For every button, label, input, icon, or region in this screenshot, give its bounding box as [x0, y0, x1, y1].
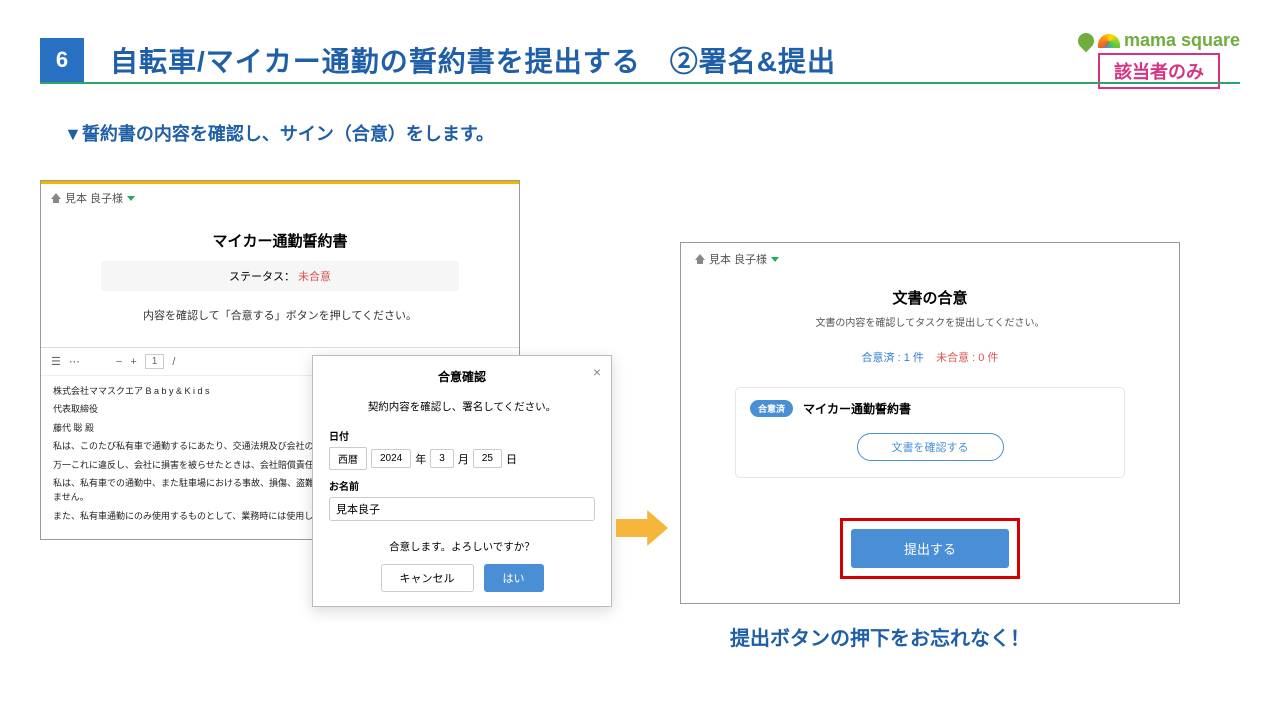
count-agreed-value: 1 件	[904, 352, 924, 364]
user-name: 見本 良子様	[709, 251, 767, 267]
era-select[interactable]: 西暦	[329, 447, 367, 470]
pledge-title: マイカー通勤誓約書	[41, 212, 519, 261]
name-input[interactable]	[329, 497, 595, 521]
ok-button[interactable]: はい	[484, 564, 544, 592]
count-agreed-label: 合意済 :	[862, 352, 904, 364]
toolbar-more-icon[interactable]: ⋯	[69, 355, 80, 368]
toolbar-menu-icon[interactable]: ☰	[51, 355, 61, 368]
submit-screenshot-panel: 見本 良子様 文書の合意 文書の内容を確認してタスクを提出してください。 合意済…	[680, 242, 1180, 604]
step-number-badge: 6	[40, 38, 84, 82]
rainbow-icon	[1098, 34, 1120, 48]
modal-title: 合意確認	[329, 368, 595, 385]
year-suffix: 年	[415, 451, 426, 467]
caret-down-icon[interactable]	[771, 257, 779, 262]
document-name: マイカー通勤誓約書	[803, 400, 911, 417]
page-title: 自転車/マイカー通勤の誓約書を提出する ②署名&提出	[110, 40, 1078, 80]
year-input[interactable]: 2024	[371, 449, 411, 468]
status-chip-agreed: 合意済	[750, 400, 793, 417]
status-label: ステータス：	[229, 271, 295, 283]
modal-hint: 契約内容を確認し、署名してください。	[329, 399, 595, 414]
caret-down-icon[interactable]	[127, 196, 135, 201]
day-suffix: 日	[506, 451, 517, 467]
clover-icon	[1075, 29, 1098, 52]
close-icon[interactable]: ×	[593, 364, 601, 380]
date-label: 日付	[329, 428, 595, 443]
user-icon	[695, 254, 705, 264]
agreement-counts: 合意済 : 1 件 未合意 : 0 件	[695, 349, 1165, 365]
agreement-subtitle: 文書の内容を確認してタスクを提出してください。	[695, 314, 1165, 329]
count-pending-label: 未合意 :	[936, 352, 978, 364]
user-icon	[51, 193, 61, 203]
month-suffix: 月	[458, 451, 469, 467]
header-divider	[40, 82, 1240, 84]
pledge-hint: 内容を確認して「合意する」ボタンを押してください。	[41, 291, 519, 347]
brand-logo-text: mama square	[1124, 30, 1240, 51]
section-subtitle: ▼誓約書の内容を確認し、サイン（合意）をします。	[64, 120, 494, 146]
name-label: お名前	[329, 478, 595, 493]
status-band: ステータス： 未合意	[101, 261, 459, 291]
zoom-out-icon[interactable]: −	[116, 356, 122, 368]
page-number-input[interactable]: 1	[145, 354, 165, 369]
agreement-confirm-modal: × 合意確認 契約内容を確認し、署名してください。 日付 西暦 2024 年 3…	[312, 355, 612, 607]
brand-logo: mama square 該当者のみ	[1078, 30, 1240, 89]
day-input[interactable]: 25	[473, 449, 502, 468]
submit-highlight-box: 提出する	[840, 518, 1020, 579]
reminder-text: 提出ボタンの押下をお忘れなく！	[730, 622, 1030, 651]
month-input[interactable]: 3	[430, 449, 454, 468]
flow-arrow-icon	[616, 510, 668, 546]
modal-confirm-text: 合意します。よろしいですか？	[329, 539, 595, 554]
cancel-button[interactable]: キャンセル	[381, 564, 474, 592]
user-name: 見本 良子様	[65, 190, 123, 206]
count-pending-value: 0 件	[978, 352, 998, 364]
agreement-title: 文書の合意	[695, 287, 1165, 308]
status-value: 未合意	[298, 271, 331, 283]
document-card: 合意済 マイカー通勤誓約書 文書を確認する	[735, 387, 1125, 478]
confirm-document-button[interactable]: 文書を確認する	[857, 433, 1004, 461]
submit-button[interactable]: 提出する	[851, 529, 1009, 568]
zoom-in-icon[interactable]: +	[130, 356, 136, 368]
